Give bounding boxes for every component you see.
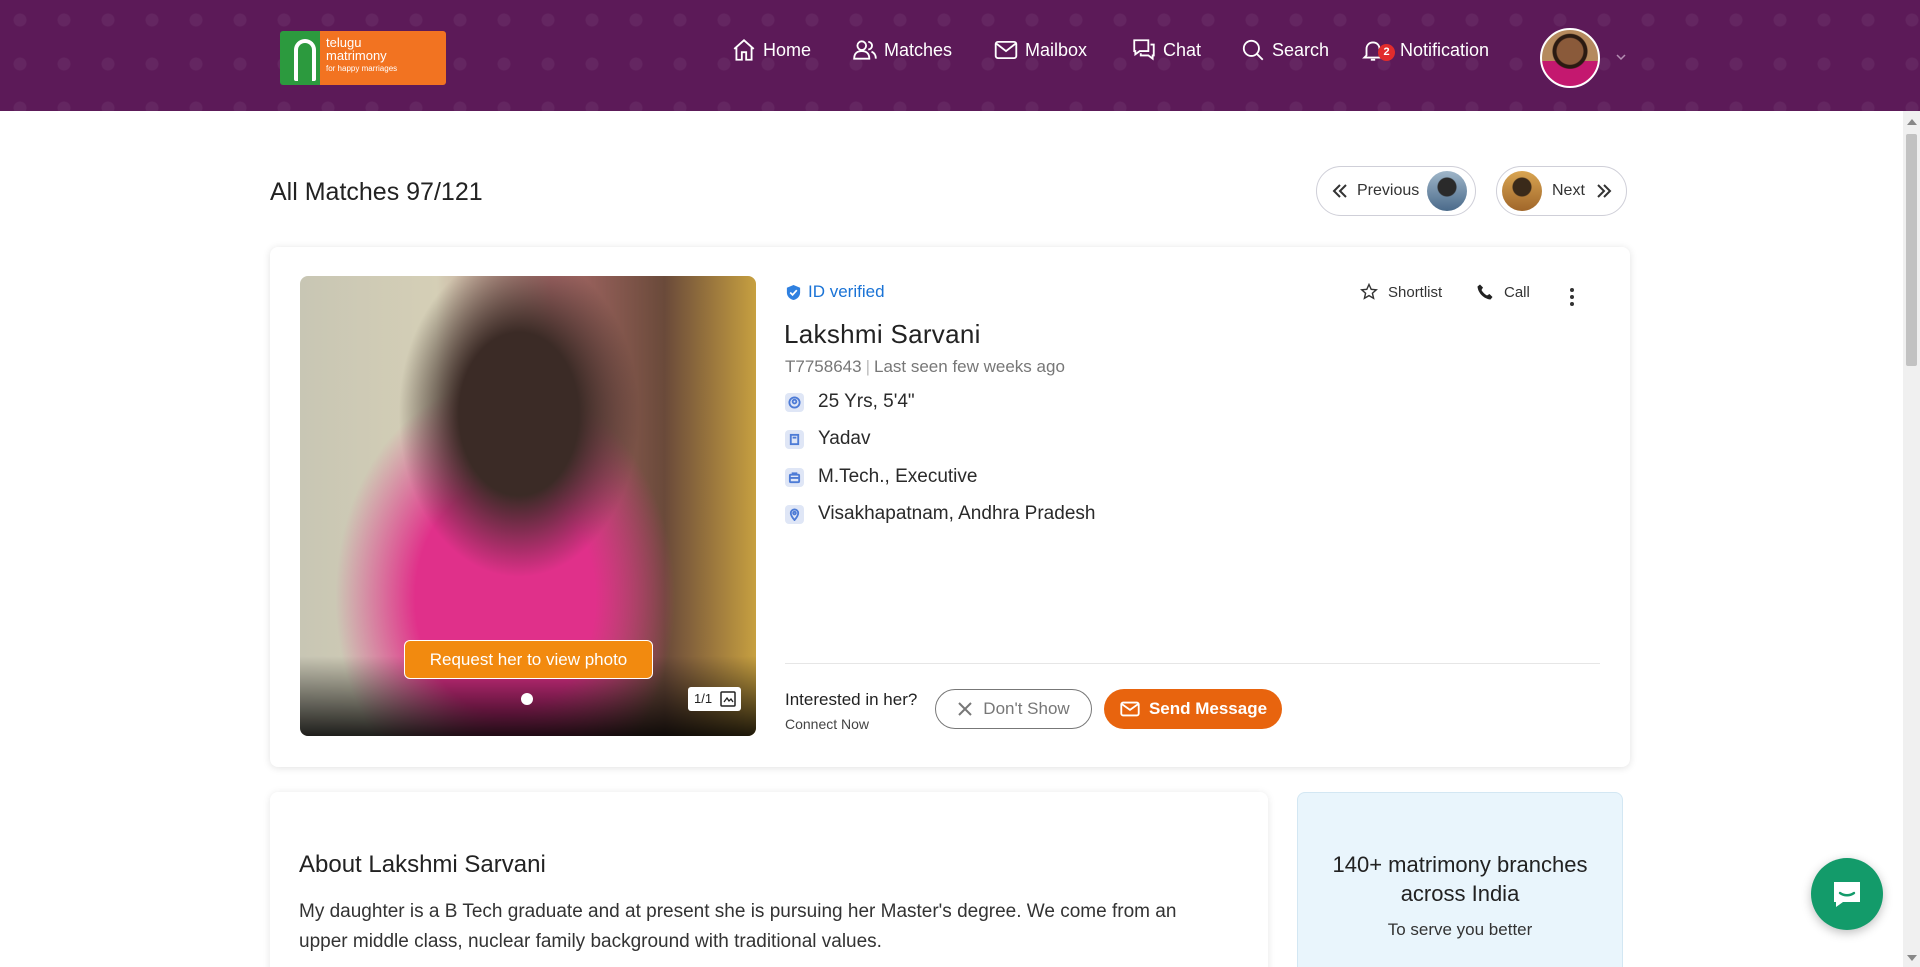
about-heading: About Lakshmi Sarvani [299, 851, 546, 878]
shortlist-label: Shortlist [1388, 283, 1443, 301]
about-text: My daughter is a B Tech graduate and at … [299, 901, 1177, 952]
chat-icon [1133, 39, 1155, 61]
nav-notification-label: Notification [1400, 39, 1490, 60]
user-avatar[interactable] [1540, 28, 1600, 88]
double-chevron-left-icon [1332, 184, 1347, 198]
logo-mark-icon [280, 31, 320, 85]
chat-support-button[interactable] [1811, 858, 1883, 930]
nav-mailbox-label: Mailbox [1025, 39, 1088, 60]
double-chevron-right-icon [1597, 184, 1612, 198]
close-icon [958, 702, 973, 716]
home-icon [733, 39, 755, 61]
shortlist-button[interactable]: Shortlist [1360, 283, 1442, 301]
person-circle-icon [785, 392, 804, 412]
scroll-down-icon[interactable] [1907, 955, 1917, 961]
branches-promo[interactable]: 140+ matrimony branches across India To … [1297, 792, 1623, 967]
people-icon [853, 40, 877, 60]
call-label: Call [1504, 283, 1530, 301]
attr-location: Visakhapatnam, Andhra Pradesh [785, 503, 1095, 525]
id-verified-label: ID verified [808, 282, 885, 301]
verified-shield-icon [786, 284, 801, 300]
nav-search-label: Search [1272, 39, 1330, 60]
logo-tagline: for happy marriages [326, 64, 398, 73]
chevron-down-icon[interactable] [1614, 50, 1628, 64]
star-icon [1360, 283, 1378, 300]
dont-show-label: Don't Show [983, 699, 1070, 718]
nav-search[interactable]: Search [1240, 34, 1329, 66]
briefcase-icon [785, 467, 804, 487]
page-scrollbar[interactable] [1903, 111, 1920, 967]
top-header: telugu matrimony for happy marriages Hom… [0, 0, 1920, 111]
nav-home-label: Home [763, 39, 812, 60]
branches-subtitle: To serve you better [1387, 920, 1533, 939]
scroll-up-icon[interactable] [1907, 119, 1917, 125]
about-section: About Lakshmi Sarvani My daughter is a B… [270, 792, 1268, 967]
profile-id: T7758643 [785, 357, 862, 376]
previous-profile-thumbnail [1427, 171, 1468, 211]
next-profile-thumbnail [1502, 171, 1542, 211]
phone-icon [1477, 284, 1493, 300]
nav-chat[interactable]: Chat [1131, 34, 1201, 66]
attr-education-job: M.Tech., Executive [785, 466, 977, 488]
page-title: All Matches 97/121 [270, 178, 483, 206]
profile-name: Lakshmi Sarvani [784, 319, 981, 349]
last-seen: Last seen few weeks ago [874, 357, 1065, 376]
chat-bubble-icon [1834, 882, 1860, 907]
id-verified-badge: ID verified [785, 282, 885, 302]
location-pin-icon [785, 504, 804, 524]
search-icon [1242, 39, 1264, 61]
previous-label: Previous [1357, 182, 1420, 199]
send-message-button[interactable]: Send Message [1104, 689, 1282, 729]
profile-card: Request her to view photo 1/1 ID verifie… [270, 247, 1630, 767]
nav-matches-label: Matches [884, 39, 953, 60]
profile-id-line: T7758643 | Last seen few weeks ago [785, 357, 1065, 376]
branches-title: 140+ matrimony branches across India [1332, 852, 1588, 906]
attr-caste: Yadav [785, 428, 870, 450]
nav-home[interactable]: Home [731, 34, 811, 66]
interest-subtext: Connect Now [785, 716, 870, 732]
next-profile-button[interactable]: Next [1496, 166, 1627, 216]
call-button[interactable]: Call [1476, 283, 1530, 301]
photo-count-chip[interactable]: 1/1 [688, 687, 741, 711]
nav-chat-label: Chat [1163, 39, 1202, 60]
notification-count-badge: 2 [1378, 44, 1395, 61]
book-icon [785, 429, 804, 449]
nav-matches[interactable]: Matches [852, 34, 952, 66]
send-message-label: Send Message [1148, 699, 1268, 718]
more-options-icon[interactable] [1567, 287, 1577, 307]
logo-text-line2: matrimony [326, 48, 387, 63]
previous-profile-button[interactable]: Previous [1316, 166, 1476, 216]
photo-carousel-dot[interactable] [521, 693, 533, 705]
dont-show-button[interactable]: Don't Show [935, 689, 1092, 729]
request-photo-button[interactable]: Request her to view photo [404, 640, 653, 679]
nav-mailbox[interactable]: Mailbox [993, 34, 1087, 66]
next-label: Next [1552, 182, 1585, 199]
interest-question: Interested in her? [785, 690, 918, 709]
photo-count: 1/1 [694, 691, 713, 706]
card-divider [785, 663, 1600, 664]
scrollbar-thumb[interactable] [1906, 134, 1917, 366]
gallery-icon [720, 691, 736, 707]
profile-photo[interactable]: Request her to view photo 1/1 [300, 276, 756, 736]
mail-icon [994, 40, 1018, 60]
attr-age-height: 25 Yrs, 5'4" [785, 391, 915, 413]
telugu-matrimony-logo[interactable]: telugu matrimony for happy marriages [280, 31, 446, 85]
mail-icon [1120, 701, 1140, 717]
